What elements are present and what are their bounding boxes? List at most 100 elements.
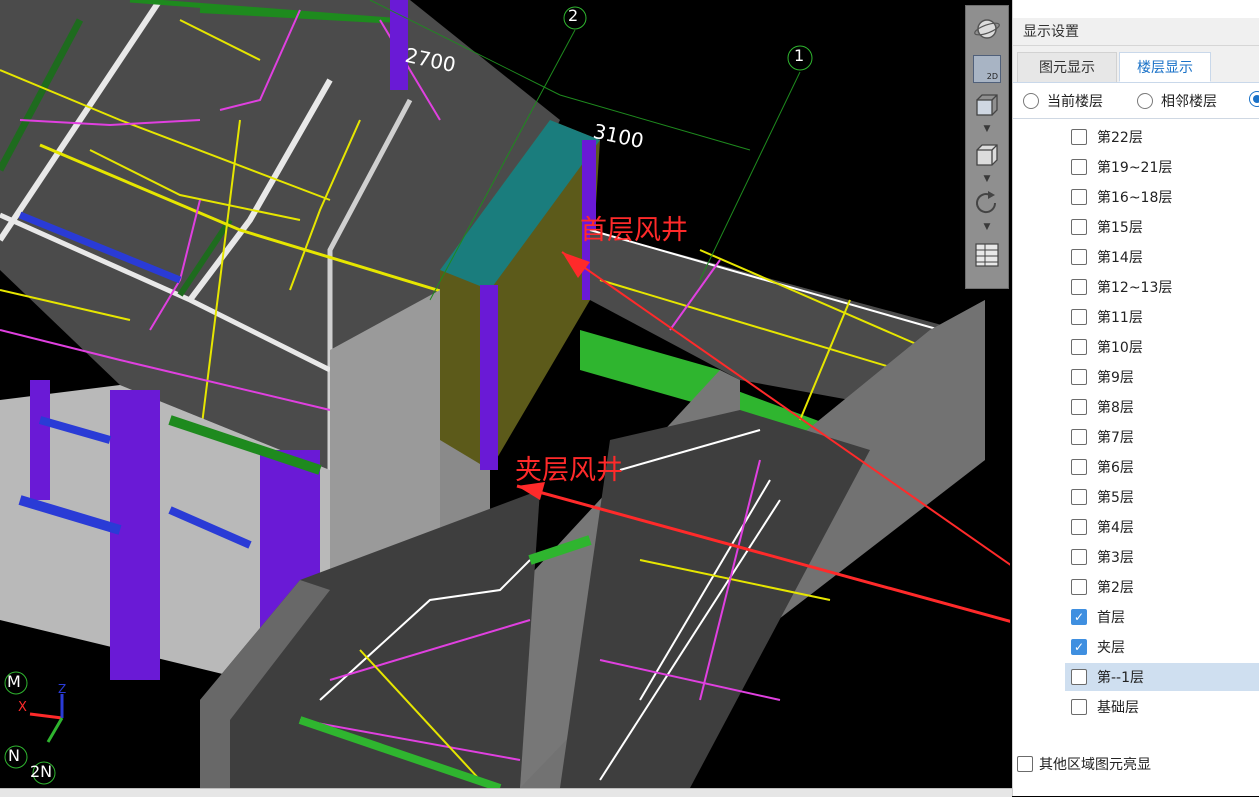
- checkbox[interactable]: [1071, 429, 1087, 445]
- rotate-icon: [976, 191, 997, 214]
- floor-label: 第10层: [1097, 340, 1143, 356]
- checkbox[interactable]: [1071, 669, 1087, 685]
- floor-mode-radio-group: 当前楼层 相邻楼层: [1013, 83, 1259, 117]
- floor-label: 第15层: [1097, 220, 1143, 236]
- floor-label: 第3层: [1097, 550, 1134, 566]
- floor-item[interactable]: 第7层: [1065, 423, 1259, 451]
- radio-adjacent-floor[interactable]: 相邻楼层: [1137, 91, 1217, 111]
- footer-label: 其他区域图元亮显: [1039, 757, 1151, 773]
- checkbox[interactable]: [1071, 159, 1087, 175]
- floor-list: 第22层 第19~21层 第16~18层 第15层 第14层 第12~13层 第…: [1013, 118, 1259, 749]
- floor-item[interactable]: 第2层: [1065, 573, 1259, 601]
- floor-label: 第9层: [1097, 370, 1134, 386]
- floor-label: 第7层: [1097, 430, 1134, 446]
- checkbox-checked[interactable]: ✓: [1071, 639, 1087, 655]
- compass-n-label: N: [8, 746, 20, 765]
- x-axis-icon: [29, 712, 63, 720]
- rotate-button[interactable]: [971, 188, 1003, 218]
- floor-item[interactable]: 第9层: [1065, 363, 1259, 391]
- checkbox[interactable]: [1071, 369, 1087, 385]
- chevron-down-icon[interactable]: ▼: [966, 222, 1008, 232]
- floor-label: 首层: [1097, 610, 1125, 626]
- shaft-column: [480, 285, 498, 470]
- checkbox[interactable]: [1071, 339, 1087, 355]
- tab-floor-display[interactable]: 楼层显示: [1119, 52, 1211, 82]
- checkbox-checked[interactable]: ✓: [1071, 609, 1087, 625]
- purple-column: [30, 380, 50, 500]
- radio-dot-selected-icon: [1249, 91, 1259, 107]
- purple-column: [110, 390, 160, 680]
- floor-item[interactable]: 第16~18层: [1065, 183, 1259, 211]
- floor-item[interactable]: 第3层: [1065, 543, 1259, 571]
- floor-label: 第22层: [1097, 130, 1143, 146]
- floor-item[interactable]: 第6层: [1065, 453, 1259, 481]
- checkbox[interactable]: [1071, 219, 1087, 235]
- floor-item[interactable]: 第8层: [1065, 393, 1259, 421]
- checkbox[interactable]: [1071, 519, 1087, 535]
- tab-element-display[interactable]: 图元显示: [1017, 52, 1117, 82]
- floor-item[interactable]: 第19~21层: [1065, 153, 1259, 181]
- list-grid-icon: [975, 243, 999, 267]
- checkbox[interactable]: [1071, 399, 1087, 415]
- floor-item[interactable]: ✓ 夹层: [1065, 633, 1259, 661]
- checkbox[interactable]: [1071, 189, 1087, 205]
- model-drawing: [0, 0, 1010, 788]
- floor-label: 夹层: [1097, 640, 1125, 656]
- checkbox[interactable]: [1071, 489, 1087, 505]
- floor-label: 基础层: [1097, 700, 1139, 716]
- floor-item[interactable]: 第5层: [1065, 483, 1259, 511]
- annotation-first-floor-shaft: 首层风井: [580, 215, 688, 246]
- floor-item[interactable]: 第4层: [1065, 513, 1259, 541]
- y-axis-icon: [46, 717, 64, 743]
- 2d-view-icon: 2D: [973, 55, 1001, 83]
- checkbox[interactable]: [1017, 756, 1033, 772]
- floor-label: 第14层: [1097, 250, 1143, 266]
- highlight-other-regions-option[interactable]: 其他区域图元亮显: [1017, 754, 1151, 774]
- floor-item[interactable]: 第12~13层: [1065, 273, 1259, 301]
- floor-item[interactable]: 第10层: [1065, 333, 1259, 361]
- cube-solid-icon: [976, 144, 998, 166]
- compass-m-label: M: [7, 672, 21, 691]
- radio-label: 当前楼层: [1047, 94, 1103, 110]
- checkbox[interactable]: [1071, 549, 1087, 565]
- checkbox[interactable]: [1071, 129, 1087, 145]
- radio-current-floor[interactable]: 当前楼层: [1023, 91, 1103, 111]
- radio-dot-icon: [1023, 93, 1039, 109]
- checkbox[interactable]: [1071, 309, 1087, 325]
- orbit-button[interactable]: [971, 14, 1003, 44]
- checkbox[interactable]: [1071, 699, 1087, 715]
- panel-title: 显示设置: [1013, 18, 1259, 46]
- floor-label: 第2层: [1097, 580, 1134, 596]
- chevron-down-icon[interactable]: ▼: [966, 174, 1008, 184]
- compass-x-label: X: [18, 700, 27, 715]
- view-2d-label: 2D: [986, 72, 998, 81]
- checkbox[interactable]: [1071, 249, 1087, 265]
- radio-dot-icon: [1137, 93, 1153, 109]
- floor-item[interactable]: ✓ 首层: [1065, 603, 1259, 631]
- view-2d-button[interactable]: 2D: [971, 54, 1003, 84]
- floor-label: 第16~18层: [1097, 190, 1173, 206]
- solid-view-button[interactable]: [971, 140, 1003, 170]
- floor-item-highlighted[interactable]: 第--1层: [1065, 663, 1259, 691]
- floor-label: 第11层: [1097, 310, 1143, 326]
- floor-label: 第5层: [1097, 490, 1134, 506]
- compass-2n-label: 2N: [30, 762, 53, 781]
- view-toolbar: 2D ▼ ▼ ▼: [965, 5, 1009, 289]
- checkbox[interactable]: [1071, 579, 1087, 595]
- floor-item[interactable]: 第14层: [1065, 243, 1259, 271]
- floor-label: 第4层: [1097, 520, 1134, 536]
- checkbox[interactable]: [1071, 279, 1087, 295]
- checkbox[interactable]: [1071, 459, 1087, 475]
- floor-label: 第19~21层: [1097, 160, 1173, 176]
- 3d-model-viewport[interactable]: 2700 3100 2 1 首层风井 夹层风井 M X Z N 2N: [0, 0, 1010, 788]
- layer-list-button[interactable]: [971, 240, 1003, 270]
- floor-label: 第8层: [1097, 400, 1134, 416]
- floor-item[interactable]: 第11层: [1065, 303, 1259, 331]
- view-3d-button[interactable]: [971, 90, 1003, 120]
- floor-item[interactable]: 第15层: [1065, 213, 1259, 241]
- display-settings-panel: 显示设置 图元显示 楼层显示 当前楼层 相邻楼层 第22层 第19~21层 第1…: [1012, 0, 1259, 796]
- radio-custom-floor[interactable]: [1249, 91, 1259, 107]
- chevron-down-icon[interactable]: ▼: [966, 124, 1008, 134]
- floor-item[interactable]: 基础层: [1065, 693, 1259, 721]
- floor-item[interactable]: 第22层: [1065, 123, 1259, 151]
